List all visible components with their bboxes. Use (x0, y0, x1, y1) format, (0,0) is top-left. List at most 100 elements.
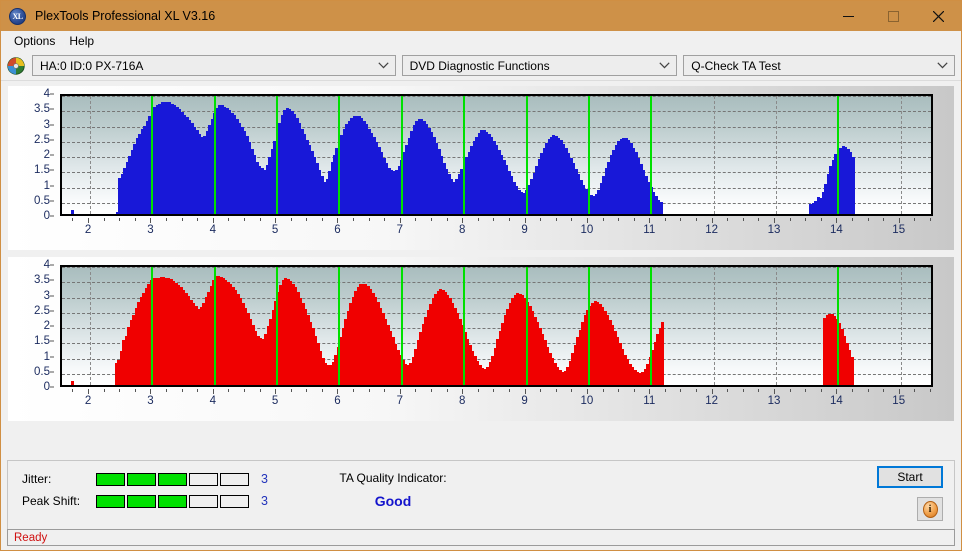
y-axis-tick (50, 386, 54, 388)
x-axis-tick-label: 4 (209, 224, 216, 236)
y-axis-tick (50, 124, 54, 125)
ta-quality-indicator: TA Quality Indicator: Good (318, 471, 468, 509)
x-axis-tick (306, 389, 308, 392)
x-axis-tick (150, 389, 152, 394)
x-axis-tick (166, 389, 167, 392)
x-axis-tick (72, 389, 74, 392)
maximize-icon[interactable] (871, 1, 916, 31)
x-axis-tick (680, 218, 682, 221)
x-axis-tick (399, 389, 401, 394)
y-axis-tick (50, 139, 54, 141)
jitter-segment-bar (96, 472, 249, 486)
window-controls (826, 1, 961, 31)
x-axis-tick (290, 389, 292, 392)
x-axis-tick (820, 218, 822, 221)
y-axis-tick-label: 2.5 (34, 304, 50, 317)
x-axis-tick (914, 218, 916, 221)
x-axis-tick (805, 218, 807, 221)
x-axis-tick (929, 389, 931, 392)
x-axis-tick (836, 389, 838, 394)
menu-item-help[interactable]: Help (62, 32, 101, 50)
x-axis-tick (446, 389, 448, 392)
x-axis-tick (275, 218, 277, 223)
test-select-value: Q-Check TA Test (691, 58, 781, 73)
x-axis-tick (696, 389, 698, 392)
x-axis-tick (586, 389, 588, 394)
function-select[interactable]: DVD Diagnostic Functions (401, 55, 678, 76)
y-axis-tick (50, 200, 54, 202)
peak-shift-chart-y-axis: 0 0.5 1 1.5 2 2.5 3 3.5 4 (8, 259, 54, 393)
x-axis-tick (368, 389, 370, 392)
x-axis-tick (789, 389, 791, 392)
x-axis-tick (259, 389, 261, 392)
y-axis-tick (50, 371, 54, 373)
x-axis-tick (275, 389, 277, 394)
selector-toolbar: HA:0 ID:0 PX-716A DVD Diagnostic Functio… (1, 51, 961, 81)
x-axis-tick (72, 218, 74, 221)
x-axis-tick (384, 389, 386, 392)
peak-shift-value: 3 (261, 494, 268, 508)
test-select[interactable]: Q-Check TA Test (683, 55, 955, 76)
y-axis-tick (50, 169, 54, 171)
x-axis-tick (664, 389, 666, 392)
x-axis-tick (867, 218, 869, 221)
status-bar: Ready (7, 529, 955, 546)
x-axis-tick-label: 2 (84, 224, 92, 236)
y-axis-tick-label: 0.5 (34, 194, 50, 207)
jitter-chart-bars (62, 96, 931, 214)
x-axis-tick (446, 218, 448, 221)
x-axis-tick (399, 218, 401, 223)
x-axis-tick (571, 218, 573, 221)
close-icon[interactable] (916, 1, 961, 31)
x-axis-tick-label: 14 (829, 224, 843, 236)
x-axis-tick (119, 389, 121, 392)
y-axis-tick (50, 310, 54, 312)
x-axis-tick (119, 218, 121, 221)
y-axis-tick-label: 2.5 (34, 133, 50, 146)
peak-shift-label: Peak Shift: (22, 494, 81, 508)
jitter-chart-x-axis: 2 3 4 5 6 7 8 9 10 11 12 13 14 15 (60, 218, 933, 248)
peak-shift-row: Peak Shift: 3 (22, 494, 268, 508)
x-axis-tick-label: 5 (271, 395, 279, 407)
x-axis-tick (508, 389, 510, 392)
x-axis-tick (867, 389, 869, 392)
jitter-segment (220, 472, 249, 486)
x-axis-tick (431, 389, 433, 392)
peak-shift-segment (220, 494, 249, 508)
x-axis-tick (415, 389, 417, 392)
x-axis-tick (758, 389, 760, 392)
chart-bar (851, 157, 855, 214)
x-axis-tick (321, 389, 323, 392)
x-axis-tick (711, 218, 713, 223)
x-axis-tick (898, 218, 900, 223)
x-axis-tick (742, 389, 744, 392)
x-axis-tick-label: 7 (396, 395, 404, 407)
x-axis-tick-label: 15 (892, 224, 906, 236)
x-axis-tick-label: 6 (334, 224, 341, 236)
drive-select[interactable]: HA:0 ID:0 PX-716A (32, 55, 396, 76)
minimize-icon[interactable] (826, 1, 871, 31)
x-axis-tick-label: 14 (829, 395, 843, 407)
x-axis-tick (820, 389, 822, 392)
menu-item-options[interactable]: Options (7, 32, 62, 50)
x-axis-tick (228, 218, 230, 221)
x-axis-tick (618, 218, 620, 221)
x-axis-tick-label: 8 (459, 395, 466, 407)
peak-shift-chart-plot (60, 265, 933, 387)
x-axis-tick (477, 389, 479, 392)
x-axis-tick (166, 218, 167, 221)
x-axis-tick (508, 218, 510, 221)
x-axis-tick (353, 218, 355, 221)
jitter-segment (158, 472, 187, 486)
y-axis-tick-label: 1.5 (34, 335, 50, 348)
y-axis-tick (50, 279, 54, 281)
x-axis-tick (664, 218, 666, 221)
start-button[interactable]: Start (877, 466, 943, 488)
x-axis-tick (602, 389, 604, 392)
x-axis-tick (462, 218, 464, 223)
info-button[interactable]: i (917, 497, 943, 521)
drive-select-value: HA:0 ID:0 PX-716A (40, 58, 144, 73)
x-axis-tick (353, 389, 355, 392)
x-axis-tick (789, 218, 791, 221)
y-axis-tick-label: 3.5 (34, 103, 50, 116)
